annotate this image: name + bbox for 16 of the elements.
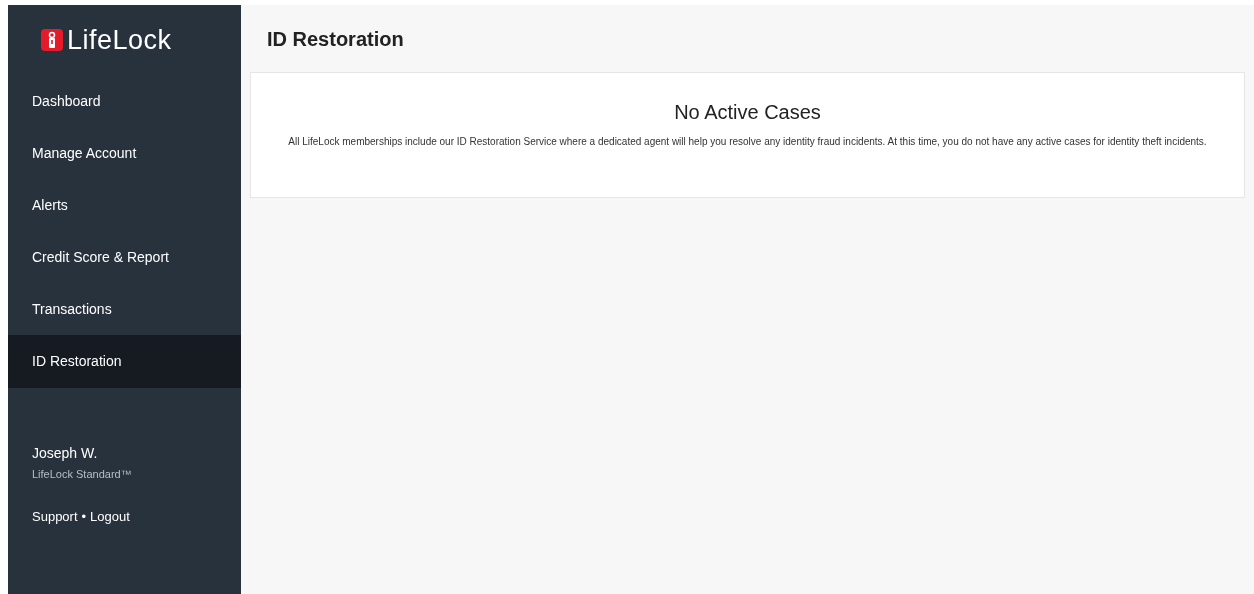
logo-text: LifeLock (67, 26, 172, 54)
nav-item[interactable]: Credit Score & Report (8, 231, 241, 283)
nav-item[interactable]: Transactions (8, 283, 241, 335)
footer-link[interactable]: Support (32, 506, 78, 526)
nav-item[interactable]: Manage Account (8, 127, 241, 179)
lock-person-icon (41, 29, 63, 51)
card-text: All LifeLock memberships include our ID Restoration Service where a dedicated agent will help you resolve any identity fraud incidents. At this time, you do not have any active cases for identity theft incidents. (288, 135, 1207, 149)
user-name: Joseph W. (32, 444, 99, 463)
plan-name: LifeLock Standard™ (32, 467, 133, 482)
card-title: No Active Cases (674, 100, 821, 125)
nav-item[interactable]: ID Restoration (8, 335, 241, 388)
page-title: ID Restoration (266, 26, 405, 52)
footer-link[interactable]: Logout (90, 506, 130, 526)
separator-dot: • (81, 507, 87, 526)
nav-item[interactable]: Alerts (8, 179, 241, 231)
nav-item[interactable]: Dashboard (8, 75, 241, 127)
